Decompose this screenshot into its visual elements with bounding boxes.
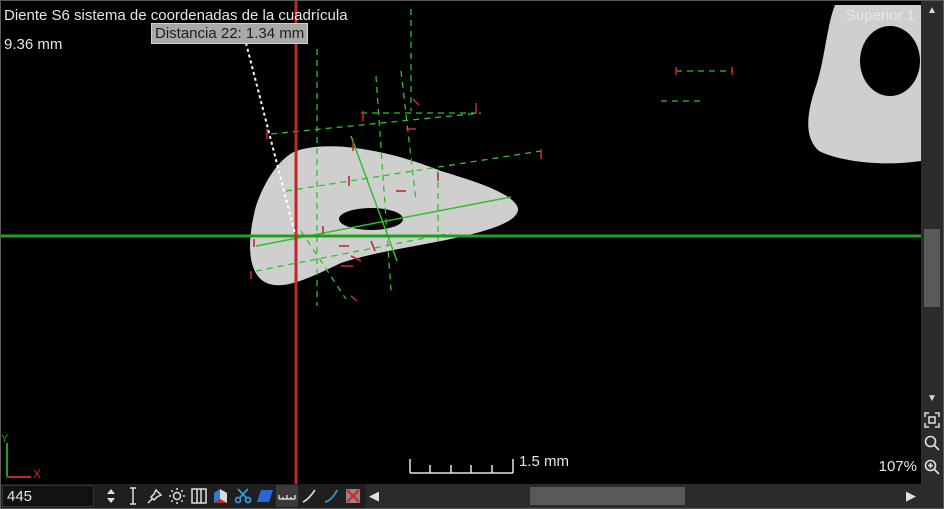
ct-slice-image[interactable]: X Y [1,1,921,484]
viewer-title: Diente S6 sistema de coordenadas de la c… [4,7,348,24]
axis-indicator: X Y [1,433,41,481]
axis-x-label: X [33,467,41,481]
volume-render-icon[interactable] [210,485,232,507]
vertical-scroll-thumb[interactable] [924,229,940,307]
pin-icon[interactable] [144,485,166,507]
ruler-icon[interactable] [276,485,298,507]
image-viewport[interactable]: X Y Diente S6 sistema de coordenadas de … [1,1,921,484]
viewer-window: X Y Diente S6 sistema de coordenadas de … [0,0,944,509]
zoom-level: 107% [878,458,917,475]
zoom-in-icon[interactable] [921,456,943,478]
zoom-magnifier-icon[interactable] [921,432,943,454]
scroll-up-icon[interactable]: ▲ [921,3,943,19]
brightness-icon[interactable] [166,485,188,507]
axis-y-label: Y [1,433,9,445]
vertical-measure-icon[interactable] [122,485,144,507]
curve-tool-icon[interactable] [298,485,320,507]
view-name: Superior 1 [845,7,915,24]
plane-icon[interactable] [254,485,276,507]
slice-number-input[interactable] [2,485,94,507]
adjacent-root-canal [860,26,920,96]
scroll-right-icon[interactable]: ▶ [903,484,919,508]
delete-measurement-icon[interactable] [342,485,364,507]
scroll-left-icon[interactable]: ◀ [366,484,382,508]
horizontal-scrollbar[interactable]: ◀ ▶ [366,484,943,508]
cut-icon[interactable] [232,485,254,507]
curve-measure-icon[interactable] [320,485,342,507]
columns-icon[interactable] [188,485,210,507]
scroll-down-icon[interactable]: ▼ [921,391,943,407]
distance-measurement-label[interactable]: Distancia 22: 1.34 mm [151,23,309,44]
horizontal-scroll-thumb[interactable] [530,487,685,505]
scale-bar-label: 1.5 mm [519,453,570,470]
slice-stepper-icon[interactable] [100,485,122,507]
fit-to-window-icon[interactable] [921,409,943,431]
bottom-toolbar: ◀ ▶ [1,484,943,508]
scale-bar [409,459,514,474]
slice-depth: 9.36 mm [4,36,63,53]
